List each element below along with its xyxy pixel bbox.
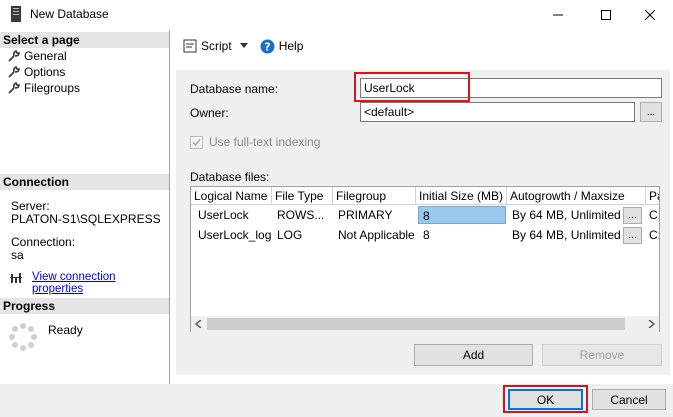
grid-horizontal-scrollbar[interactable] — [191, 316, 659, 332]
cell-initial-size[interactable]: 8 — [416, 225, 507, 245]
left-pane: Select a page General Options Filegroups… — [0, 30, 170, 384]
scroll-right-icon[interactable] — [647, 320, 655, 328]
close-icon — [645, 10, 655, 20]
column-header-path[interactable]: Pa — [646, 187, 659, 205]
cell-autogrowth[interactable]: By 64 MB, Unlimited — [507, 225, 623, 245]
column-header-filegroup[interactable]: Filegroup — [333, 187, 416, 205]
maximize-icon — [601, 10, 611, 20]
close-button[interactable] — [627, 0, 673, 30]
help-icon: ? — [260, 39, 275, 53]
cell-filegroup[interactable]: PRIMARY — [333, 205, 416, 225]
database-name-highlight — [354, 72, 470, 102]
page-item-label: Filegroups — [24, 81, 81, 95]
column-header-initial-size[interactable]: Initial Size (MB) — [416, 187, 507, 205]
wrench-icon — [8, 82, 20, 94]
server-label: Server: — [11, 199, 50, 213]
help-button[interactable]: ? Help — [260, 39, 304, 54]
connection-label: Connection: — [11, 235, 76, 249]
connection-header: Connection — [0, 174, 169, 190]
column-header-file-type[interactable]: File Type — [272, 187, 333, 205]
select-page-header: Select a page — [0, 32, 169, 48]
page-item-general[interactable]: General — [8, 48, 67, 64]
server-value: PLATON-S1\SQLEXPRESS — [11, 212, 161, 226]
scrollbar-thumb[interactable] — [207, 318, 625, 330]
page-item-label: Options — [24, 65, 66, 79]
progress-header: Progress — [0, 298, 169, 314]
fulltext-label: Use full-text indexing — [209, 135, 321, 149]
database-icon — [11, 6, 21, 22]
cell-autogrowth[interactable]: By 64 MB, Unlimited — [507, 205, 623, 225]
cell-path[interactable]: C:\ — [646, 225, 659, 245]
page-item-filegroups[interactable]: Filegroups — [8, 80, 80, 96]
view-connection-properties-link[interactable]: View connection properties — [32, 271, 169, 295]
column-header-autogrowth[interactable]: Autogrowth / Maxsize — [507, 187, 646, 205]
toolbar: Script ? Help — [171, 30, 673, 62]
help-label: Help — [278, 39, 304, 53]
cancel-button[interactable]: Cancel — [592, 389, 666, 410]
window-title: New Database — [30, 7, 109, 21]
page-item-options[interactable]: Options — [8, 64, 65, 80]
cell-logical-name[interactable]: UserLock_log — [191, 225, 272, 245]
column-header-logical-name[interactable]: Logical Name — [191, 187, 272, 205]
page-item-label: General — [24, 49, 67, 63]
cell-filegroup[interactable]: Not Applicable — [333, 225, 416, 245]
wrench-icon — [8, 66, 20, 78]
script-icon — [183, 39, 197, 53]
cell-file-type[interactable]: LOG — [272, 225, 333, 245]
script-label: Script — [201, 39, 232, 53]
owner-input[interactable]: <default> — [360, 102, 635, 122]
scroll-left-icon[interactable] — [195, 320, 203, 328]
owner-label: Owner: — [190, 106, 229, 120]
wrench-icon — [8, 50, 20, 62]
minimize-button[interactable] — [535, 0, 581, 30]
progress-status: Ready — [48, 323, 83, 337]
connection-properties-icon — [10, 273, 22, 283]
cell-path[interactable]: C:\ — [646, 205, 659, 225]
maximize-button[interactable] — [583, 0, 629, 30]
cell-initial-size-selected[interactable]: 8 — [418, 206, 506, 224]
fulltext-checkbox-row: Use full-text indexing — [190, 135, 320, 149]
title-bar: New Database — [0, 0, 673, 30]
remove-button[interactable]: Remove — [542, 344, 662, 366]
dropdown-arrow-icon — [239, 43, 248, 48]
checkmark-icon — [192, 138, 201, 146]
minimize-icon — [553, 14, 563, 16]
svg-text:?: ? — [264, 40, 270, 53]
autogrowth-edit-button[interactable]: ... — [623, 207, 642, 224]
ok-button[interactable]: OK — [508, 389, 583, 410]
connection-value: sa — [11, 248, 24, 262]
cell-logical-name[interactable]: UserLock — [191, 205, 272, 225]
database-name-label: Database name: — [190, 82, 279, 96]
fulltext-checkbox[interactable] — [190, 135, 203, 149]
cell-file-type[interactable]: ROWS... — [272, 205, 333, 225]
script-button[interactable]: Script — [183, 39, 248, 53]
database-files-label: Database files: — [190, 170, 270, 184]
add-button[interactable]: Add — [414, 344, 533, 366]
owner-browse-button[interactable]: ... — [640, 102, 662, 122]
autogrowth-edit-button[interactable]: ... — [623, 227, 642, 244]
database-files-grid: Logical Name File Type Filegroup Initial… — [190, 186, 660, 332]
progress-spinner-icon — [9, 323, 37, 351]
